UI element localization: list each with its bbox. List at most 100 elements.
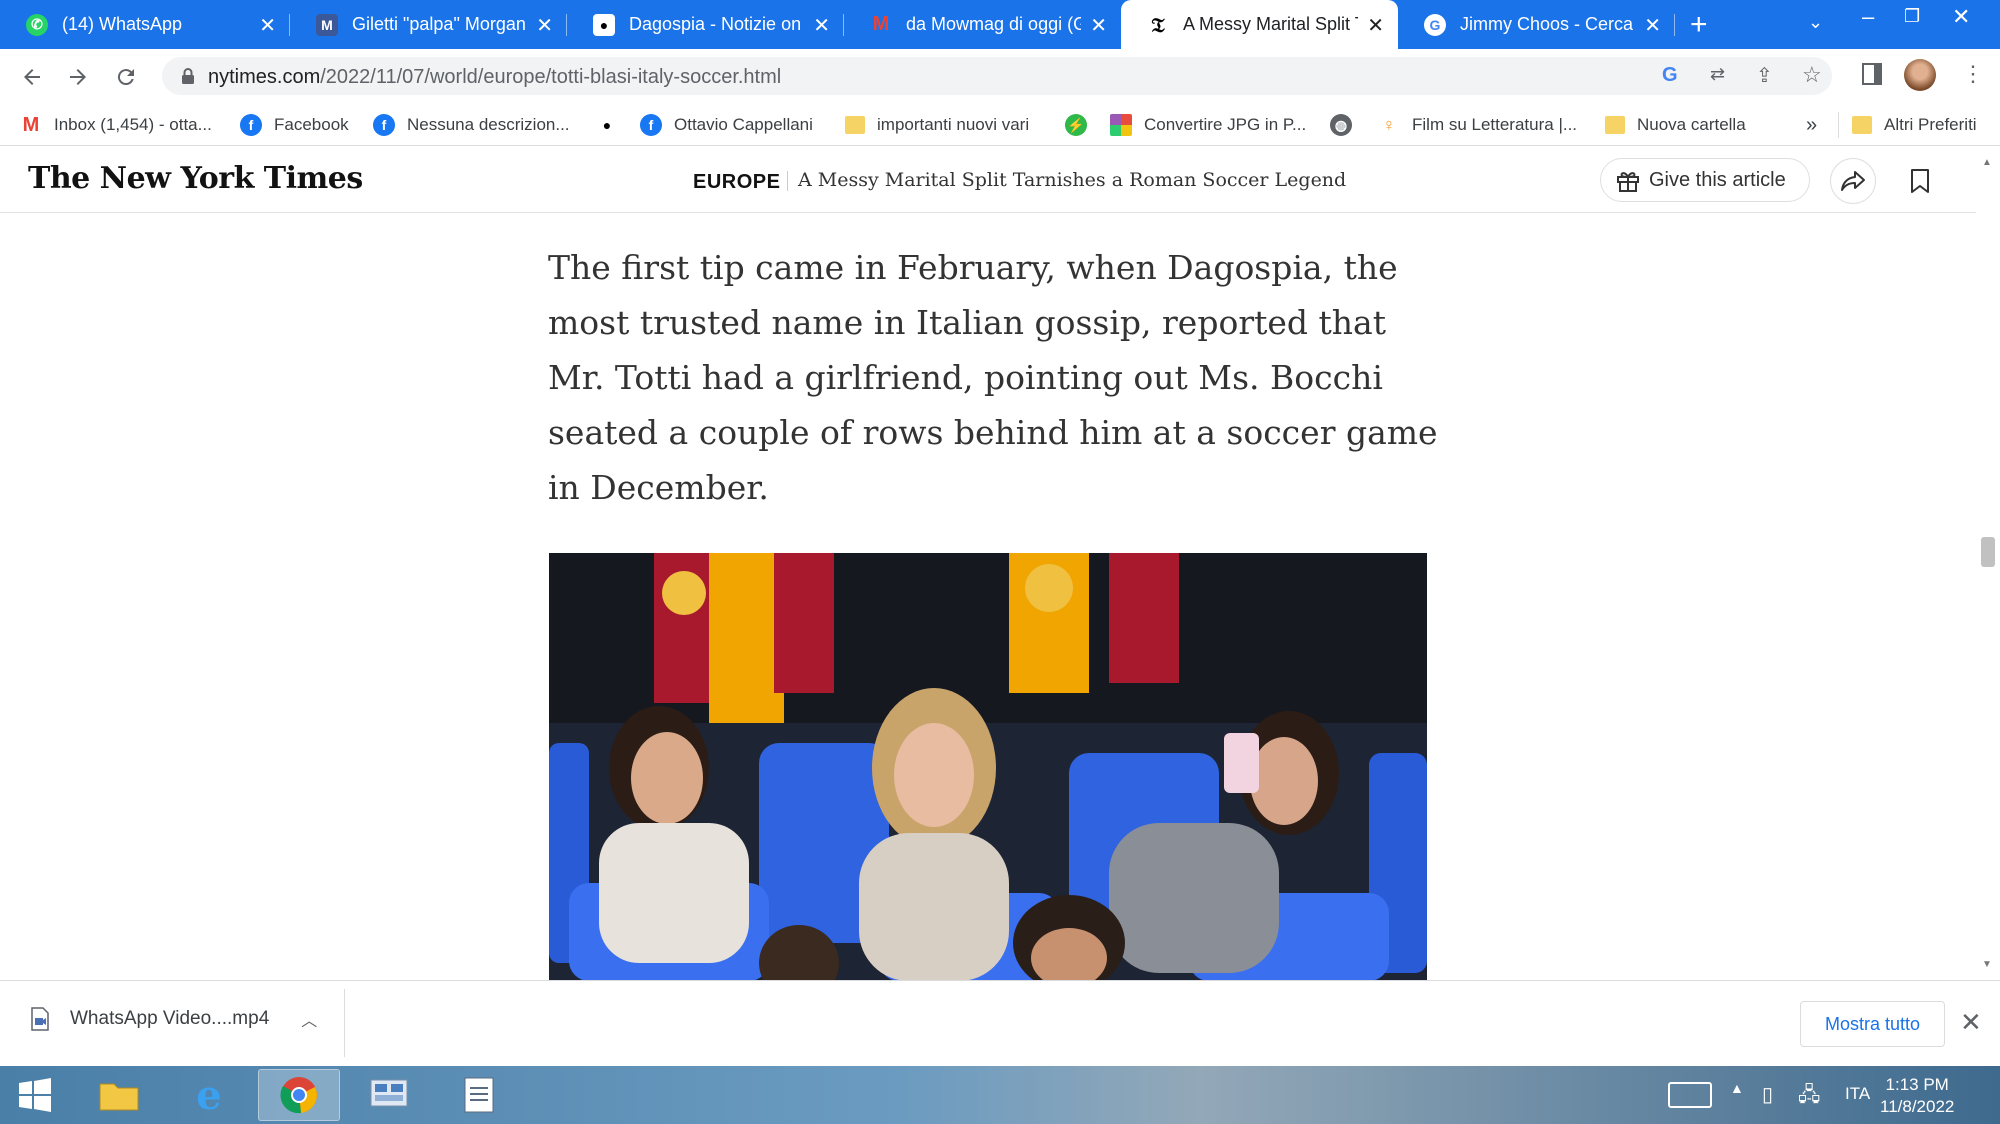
bookmark-globe[interactable]: ◍ — [1330, 112, 1364, 138]
tab-mowmag-gmail[interactable]: M da Mowmag di oggi (G ✕ — [844, 0, 1121, 49]
show-all-downloads-button[interactable]: Mostra tutto — [1800, 1001, 1945, 1047]
share-page-icon[interactable]: ⇪ — [1756, 63, 1773, 88]
power-icon[interactable]: ▯ — [1762, 1082, 1773, 1107]
back-button[interactable] — [14, 59, 50, 95]
scroll-up-arrow-icon[interactable]: ▲ — [1982, 157, 1992, 168]
give-article-button[interactable]: Give this article — [1600, 158, 1810, 202]
facebook-icon: f — [240, 114, 262, 136]
stadium-crowd-photo — [549, 553, 1427, 981]
avatar[interactable] — [1904, 59, 1936, 91]
section-label[interactable]: EUROPE — [693, 171, 780, 194]
back-arrow-icon — [24, 69, 40, 85]
bookmark-folder-altri[interactable]: Altri Preferiti — [1852, 112, 1977, 138]
minimize-button[interactable]: – — [1862, 4, 1874, 30]
article-headline: A Messy Marital Split Tarnishes a Roman … — [798, 169, 1347, 191]
taskbar-internet-explorer[interactable]: e — [168, 1069, 250, 1121]
restore-button[interactable]: ❐ — [1904, 6, 1920, 27]
scrollbar-thumb[interactable] — [1981, 537, 1995, 567]
article-body: The first tip came in February, when Dag… — [548, 240, 1448, 515]
close-tab-icon[interactable]: ✕ — [1090, 13, 1107, 38]
bookmarks-divider — [1838, 112, 1839, 138]
reload-button[interactable] — [108, 59, 144, 95]
pin-icon: ♀ — [1382, 114, 1396, 135]
control-panel-icon — [370, 1079, 408, 1107]
download-options-chevron-icon[interactable]: ︿ — [301, 1007, 317, 1031]
bookmark-label: Altri Preferiti — [1884, 115, 1977, 134]
facebook-icon: f — [640, 114, 662, 136]
new-tab-button[interactable]: + — [1690, 8, 1708, 42]
close-window-button[interactable]: ✕ — [1952, 4, 1970, 30]
share-button[interactable] — [1830, 158, 1876, 204]
tab-title: Dagospia - Notizie on line — [629, 14, 804, 34]
keyboard-icon[interactable] — [1668, 1082, 1712, 1108]
close-tab-icon[interactable]: ✕ — [536, 13, 553, 38]
close-download-bar-icon[interactable]: ✕ — [1960, 1007, 1982, 1038]
language-indicator[interactable]: ITA — [1845, 1084, 1870, 1104]
bookmark-nessuna[interactable]: f Nessuna descrizion... — [373, 112, 570, 138]
internet-explorer-icon: e — [196, 1071, 222, 1119]
tab-google-search[interactable]: G Jimmy Choos - Cerca co ✕ — [1398, 0, 1675, 49]
google-lens-icon[interactable]: G — [1662, 64, 1678, 87]
tab-title: (14) WhatsApp — [62, 14, 183, 34]
header-divider — [787, 171, 788, 191]
tab-dagospia[interactable]: ● Dagospia - Notizie on line ✕ — [567, 0, 844, 49]
taskbar-notepad[interactable] — [438, 1069, 520, 1121]
close-tab-icon[interactable]: ✕ — [1644, 13, 1661, 38]
bookmark-star-icon[interactable]: ☆ — [1802, 62, 1822, 88]
article-paragraph: The first tip came in February, when Dag… — [548, 248, 1438, 507]
tab-nyt-active[interactable]: 𝔗 A Messy Marital Split Ta ✕ — [1121, 0, 1398, 49]
save-article-button[interactable] — [1897, 158, 1943, 204]
taskbar-chrome[interactable] — [258, 1069, 340, 1121]
tab-search-chevron-icon[interactable]: ⌄ — [1808, 12, 1823, 33]
bookmark-dagospia[interactable]: ● — [596, 112, 630, 138]
page-scrollbar[interactable]: ▲ ▼ — [1976, 147, 2000, 980]
network-icon[interactable]: 🖧 — [1798, 1080, 1820, 1114]
video-file-icon — [31, 1007, 49, 1031]
bookmarks-overflow-button[interactable]: » — [1806, 112, 1817, 138]
bookmark-folder-nuova[interactable]: Nuova cartella — [1605, 112, 1746, 138]
bookmark-facebook[interactable]: f Facebook — [240, 112, 349, 138]
dagospia-icon: ● — [602, 117, 612, 133]
tab-title: A Messy Marital Split Ta — [1183, 14, 1358, 34]
bookmark-inbox[interactable]: M Inbox (1,454) - otta... — [20, 112, 212, 138]
bookmark-film[interactable]: ♀ Film su Letteratura |... — [1378, 112, 1577, 138]
bookmark-folder-importanti[interactable]: importanti nuovi vari — [845, 112, 1029, 138]
nyt-logo[interactable]: The New York Times — [28, 161, 363, 196]
system-clock[interactable]: 1:13 PM 11/8/2022 — [1880, 1074, 1954, 1118]
clock-time: 1:13 PM — [1885, 1075, 1949, 1094]
chrome-icon — [280, 1077, 317, 1114]
reload-icon — [117, 69, 134, 86]
tab-strip: ✆ (14) WhatsApp ✕ M Giletti "palpa" Morg… — [0, 0, 2000, 49]
bookmark-label: Nuova cartella — [1637, 115, 1746, 134]
close-tab-icon[interactable]: ✕ — [1367, 13, 1384, 38]
side-panel-icon[interactable] — [1862, 63, 1882, 85]
grid-icon — [1110, 114, 1132, 136]
scroll-down-arrow-icon[interactable]: ▼ — [1982, 959, 1992, 970]
download-item[interactable]: WhatsApp Video....mp4 ︿ — [30, 1007, 317, 1031]
bookmark-ottavio[interactable]: f Ottavio Cappellani — [640, 112, 813, 138]
translate-icon[interactable]: ⇄ — [1710, 64, 1725, 85]
taskbar-control-panel[interactable] — [348, 1069, 430, 1121]
close-tab-icon[interactable]: ✕ — [259, 13, 276, 38]
bookmark-convertire[interactable]: Convertire JPG in P... — [1110, 112, 1306, 138]
forward-button[interactable] — [60, 59, 96, 95]
bookmark-green[interactable]: ⚡ — [1065, 112, 1099, 138]
close-tab-icon[interactable]: ✕ — [813, 13, 830, 38]
show-hidden-icons-chevron-icon[interactable]: ▲ — [1730, 1080, 1744, 1096]
url-host: nytimes.com — [208, 66, 321, 88]
browser-toolbar: nytimes.com/2022/11/07/world/europe/tott… — [0, 49, 2000, 104]
tab-title: Jimmy Choos - Cerca co — [1460, 14, 1635, 34]
tab-whatsapp[interactable]: ✆ (14) WhatsApp ✕ — [0, 0, 290, 49]
taskbar-file-explorer[interactable] — [78, 1069, 160, 1121]
tab-giletti[interactable]: M Giletti "palpa" Morgan e ✕ — [290, 0, 567, 49]
clock-date: 11/8/2022 — [1880, 1097, 1955, 1116]
forward-arrow-icon — [70, 69, 86, 85]
start-button[interactable] — [0, 1069, 70, 1121]
give-article-label: Give this article — [1649, 168, 1786, 191]
menu-kebab-icon[interactable]: ⋮ — [1962, 61, 1984, 87]
address-bar[interactable]: nytimes.com/2022/11/07/world/europe/tott… — [162, 57, 1832, 95]
windows-taskbar: e ▲ ▯ 🖧 ITA 1:13 PM 11/8/2022 — [0, 1066, 2000, 1124]
share-arrow-icon — [1841, 171, 1865, 191]
download-separator — [344, 989, 345, 1057]
lock-icon — [182, 68, 194, 84]
